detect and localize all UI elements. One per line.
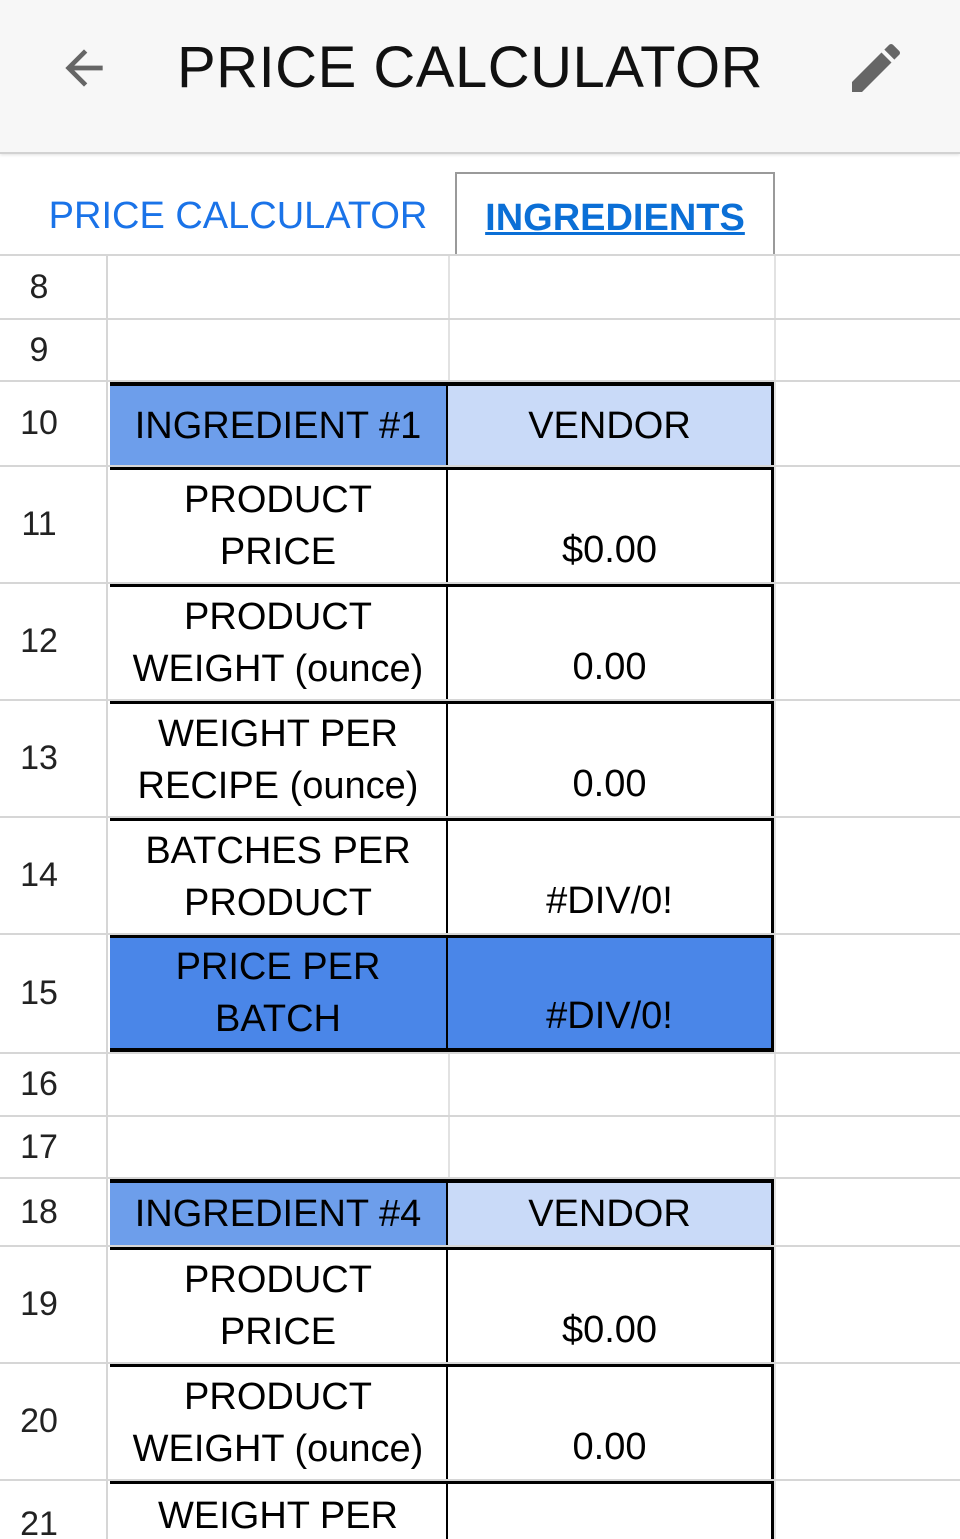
arrow-left-icon bbox=[56, 40, 112, 96]
sheet-row: 17 bbox=[0, 1115, 960, 1177]
sheet-row: 16 bbox=[0, 1052, 960, 1115]
price-per-batch-label[interactable]: PRICE PER BATCH bbox=[110, 935, 448, 1052]
row-number[interactable]: 9 bbox=[0, 320, 108, 380]
sheet-row: 14 BATCHES PER PRODUCT #DIV/0! bbox=[0, 816, 960, 933]
row-number[interactable]: 20 bbox=[0, 1364, 108, 1479]
app-bar: PRICE CALCULATOR bbox=[0, 0, 960, 154]
row-number[interactable]: 16 bbox=[0, 1054, 108, 1115]
weight-per-recipe-label[interactable]: WEIGHT PER bbox=[110, 1481, 448, 1539]
sheet-row: 8 bbox=[0, 254, 960, 318]
row-number[interactable]: 12 bbox=[0, 584, 108, 699]
product-price-value[interactable]: $0.00 bbox=[448, 467, 774, 582]
row-number[interactable]: 17 bbox=[0, 1117, 108, 1177]
sheet-tabs: PRICE CALCULATOR INGREDIENTS bbox=[0, 154, 960, 254]
row-number[interactable]: 18 bbox=[0, 1179, 108, 1245]
ingredient-title-cell[interactable]: INGREDIENT #4 bbox=[110, 1179, 448, 1245]
row-number[interactable]: 11 bbox=[0, 467, 108, 582]
sheet-row: 9 bbox=[0, 318, 960, 380]
product-weight-label[interactable]: PRODUCT WEIGHT (ounce) bbox=[110, 584, 448, 699]
weight-per-recipe-value[interactable] bbox=[448, 1481, 774, 1539]
product-price-label[interactable]: PRODUCT PRICE bbox=[110, 467, 448, 582]
product-price-value[interactable]: $0.00 bbox=[448, 1247, 774, 1362]
ingredient-title-cell[interactable]: INGREDIENT #1 bbox=[110, 382, 448, 465]
weight-per-recipe-label[interactable]: WEIGHT PER RECIPE (ounce) bbox=[110, 701, 448, 816]
row-number[interactable]: 15 bbox=[0, 935, 108, 1052]
back-button[interactable] bbox=[48, 36, 120, 100]
row-number[interactable]: 10 bbox=[0, 382, 108, 465]
vendor-cell[interactable]: VENDOR bbox=[448, 382, 774, 465]
sheet-row: 15 PRICE PER BATCH #DIV/0! bbox=[0, 933, 960, 1052]
product-price-label[interactable]: PRODUCT PRICE bbox=[110, 1247, 448, 1362]
batches-per-product-label[interactable]: BATCHES PER PRODUCT bbox=[110, 818, 448, 933]
row-number[interactable]: 19 bbox=[0, 1247, 108, 1362]
weight-per-recipe-value[interactable]: 0.00 bbox=[448, 701, 774, 816]
product-weight-label[interactable]: PRODUCT WEIGHT (ounce) bbox=[110, 1364, 448, 1479]
edit-button[interactable] bbox=[836, 30, 916, 106]
price-per-batch-value[interactable]: #DIV/0! bbox=[448, 935, 774, 1052]
sheet-row: 12 PRODUCT WEIGHT (ounce) 0.00 bbox=[0, 582, 960, 699]
sheet-row: 20 PRODUCT WEIGHT (ounce) 0.00 bbox=[0, 1362, 960, 1479]
row-number[interactable]: 8 bbox=[0, 256, 108, 318]
sheet-row: 21 WEIGHT PER bbox=[0, 1479, 960, 1539]
row-number[interactable]: 13 bbox=[0, 701, 108, 816]
sheet-row: 19 PRODUCT PRICE $0.00 bbox=[0, 1245, 960, 1362]
batches-per-product-value[interactable]: #DIV/0! bbox=[448, 818, 774, 933]
tab-price-calculator[interactable]: PRICE CALCULATOR bbox=[28, 172, 448, 254]
sheet-row: 13 WEIGHT PER RECIPE (ounce) 0.00 bbox=[0, 699, 960, 816]
product-weight-value[interactable]: 0.00 bbox=[448, 584, 774, 699]
sheet-row: 18 INGREDIENT #4 VENDOR bbox=[0, 1177, 960, 1245]
pencil-icon bbox=[844, 36, 908, 100]
spreadsheet-grid: 8 9 10 INGREDIENT #1 VENDOR 11 PRODUCT P… bbox=[0, 254, 960, 1539]
vendor-cell[interactable]: VENDOR bbox=[448, 1179, 774, 1245]
sheet-row: 11 PRODUCT PRICE $0.00 bbox=[0, 465, 960, 582]
sheet-row: 10 INGREDIENT #1 VENDOR bbox=[0, 380, 960, 465]
app-title: PRICE CALCULATOR bbox=[150, 32, 790, 104]
tab-ingredients[interactable]: INGREDIENTS bbox=[455, 172, 775, 256]
row-number[interactable]: 21 bbox=[0, 1481, 108, 1539]
product-weight-value[interactable]: 0.00 bbox=[448, 1364, 774, 1479]
row-number[interactable]: 14 bbox=[0, 818, 108, 933]
